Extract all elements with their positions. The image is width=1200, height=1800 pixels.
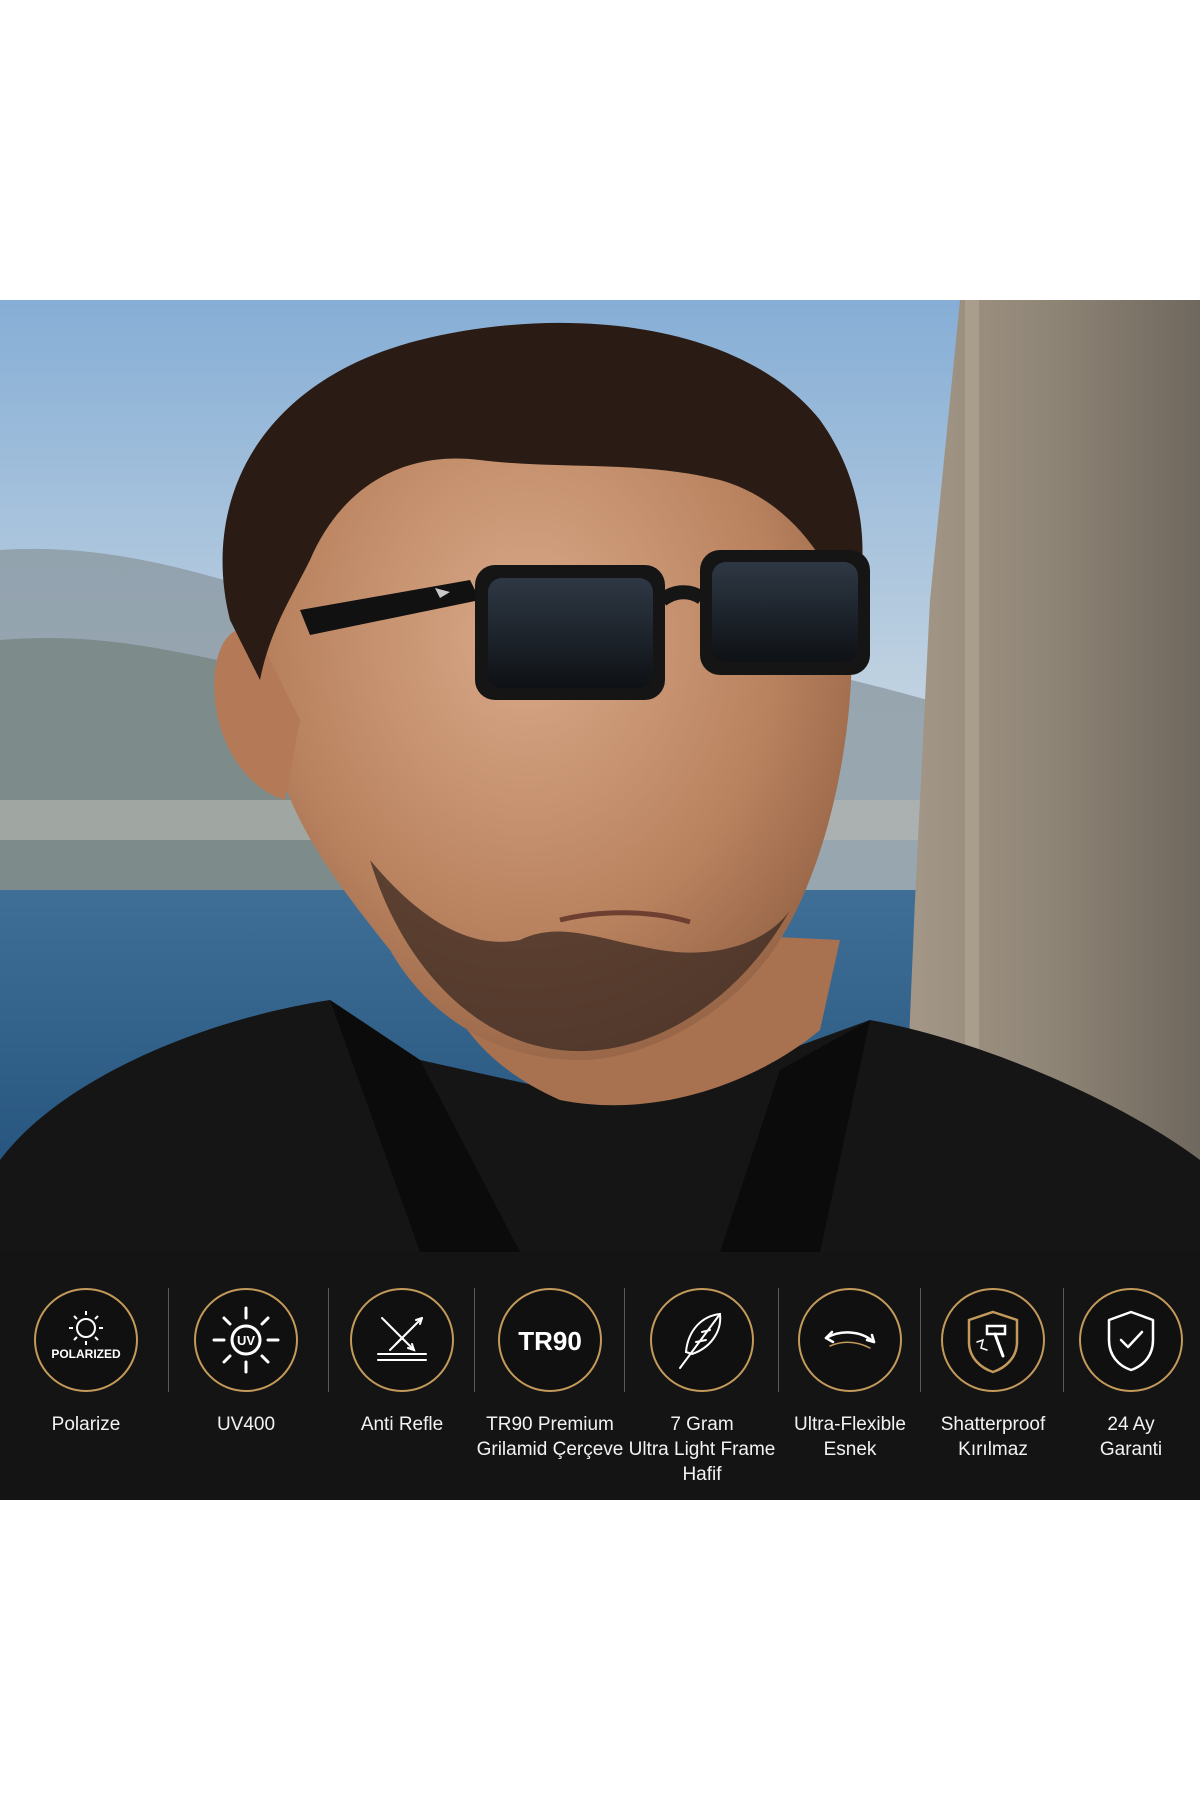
feature-uv400: UV UV400 (178, 1252, 314, 1500)
shatterproof-hammer-icon (941, 1288, 1045, 1392)
feature-label-line: Polarize (51, 1414, 121, 1435)
feature-label-line: Shatterproof (940, 1414, 1046, 1435)
feature-label-line: Garanti (1099, 1439, 1163, 1460)
feature-label: 24 Ay Garanti (1063, 1412, 1199, 1462)
shield-check-icon (1079, 1288, 1183, 1392)
feature-label: 7 Gram Ultra Light Frame Hafif (626, 1412, 778, 1487)
tr90-badge-text: TR90 (518, 1326, 582, 1356)
feature-polarized: POLARIZED Polarize (18, 1252, 154, 1500)
man-wearing-sunglasses-illustration (0, 300, 1200, 1252)
divider (778, 1288, 779, 1392)
feature-label-line: 7 Gram (670, 1414, 734, 1435)
divider (624, 1288, 625, 1392)
divider (328, 1288, 329, 1392)
feature-label-line: 24 Ay (1107, 1414, 1155, 1435)
feature-label: Ultra-Flexible Esnek (782, 1412, 918, 1462)
feature-label-line: Ultra Light Frame (628, 1439, 776, 1460)
feature-flexible: Ultra-Flexible Esnek (782, 1252, 918, 1500)
polarized-badge-text: POLARIZED (51, 1347, 121, 1361)
feature-label-line: Kırılmaz (958, 1439, 1028, 1460)
tr90-icon: TR90 (498, 1288, 602, 1392)
feature-label-line: Hafif (682, 1464, 722, 1485)
uv-sun-icon: UV (194, 1288, 298, 1392)
feature-label: Anti Refle (334, 1412, 470, 1437)
feature-label-line: UV400 (216, 1414, 276, 1435)
feature-warranty: 24 Ay Garanti (1063, 1252, 1199, 1500)
feature-anti-reflection: Anti Refle (334, 1252, 470, 1500)
feature-label-line: Ultra-Flexible (794, 1414, 906, 1435)
feature-label-line: TR90 Premium (486, 1414, 614, 1435)
feature-tr90: TR90 TR90 Premium Grilamid Çerçeve (474, 1252, 626, 1500)
features-band: POLARIZED Polarize UV UV400 Anti Refle T… (0, 1252, 1200, 1500)
feature-label: Shatterproof Kırılmaz (925, 1412, 1061, 1462)
flex-arrows-icon (798, 1288, 902, 1392)
divider (168, 1288, 169, 1392)
feature-label: Polarize (18, 1412, 154, 1437)
divider (920, 1288, 921, 1392)
feature-label-line: Anti Refle (360, 1414, 444, 1435)
feature-label-line: Esnek (823, 1439, 877, 1460)
feather-icon (650, 1288, 754, 1392)
feature-shatterproof: Shatterproof Kırılmaz (925, 1252, 1061, 1500)
feature-ultra-light: 7 Gram Ultra Light Frame Hafif (626, 1252, 778, 1500)
uv-badge-text: UV (237, 1333, 255, 1348)
polarized-sun-icon: POLARIZED (34, 1288, 138, 1392)
product-photo (0, 300, 1200, 1252)
feature-label: TR90 Premium Grilamid Çerçeve (474, 1412, 626, 1462)
feature-label-line: Grilamid Çerçeve (476, 1439, 624, 1460)
anti-reflection-icon (350, 1288, 454, 1392)
feature-label: UV400 (178, 1412, 314, 1437)
